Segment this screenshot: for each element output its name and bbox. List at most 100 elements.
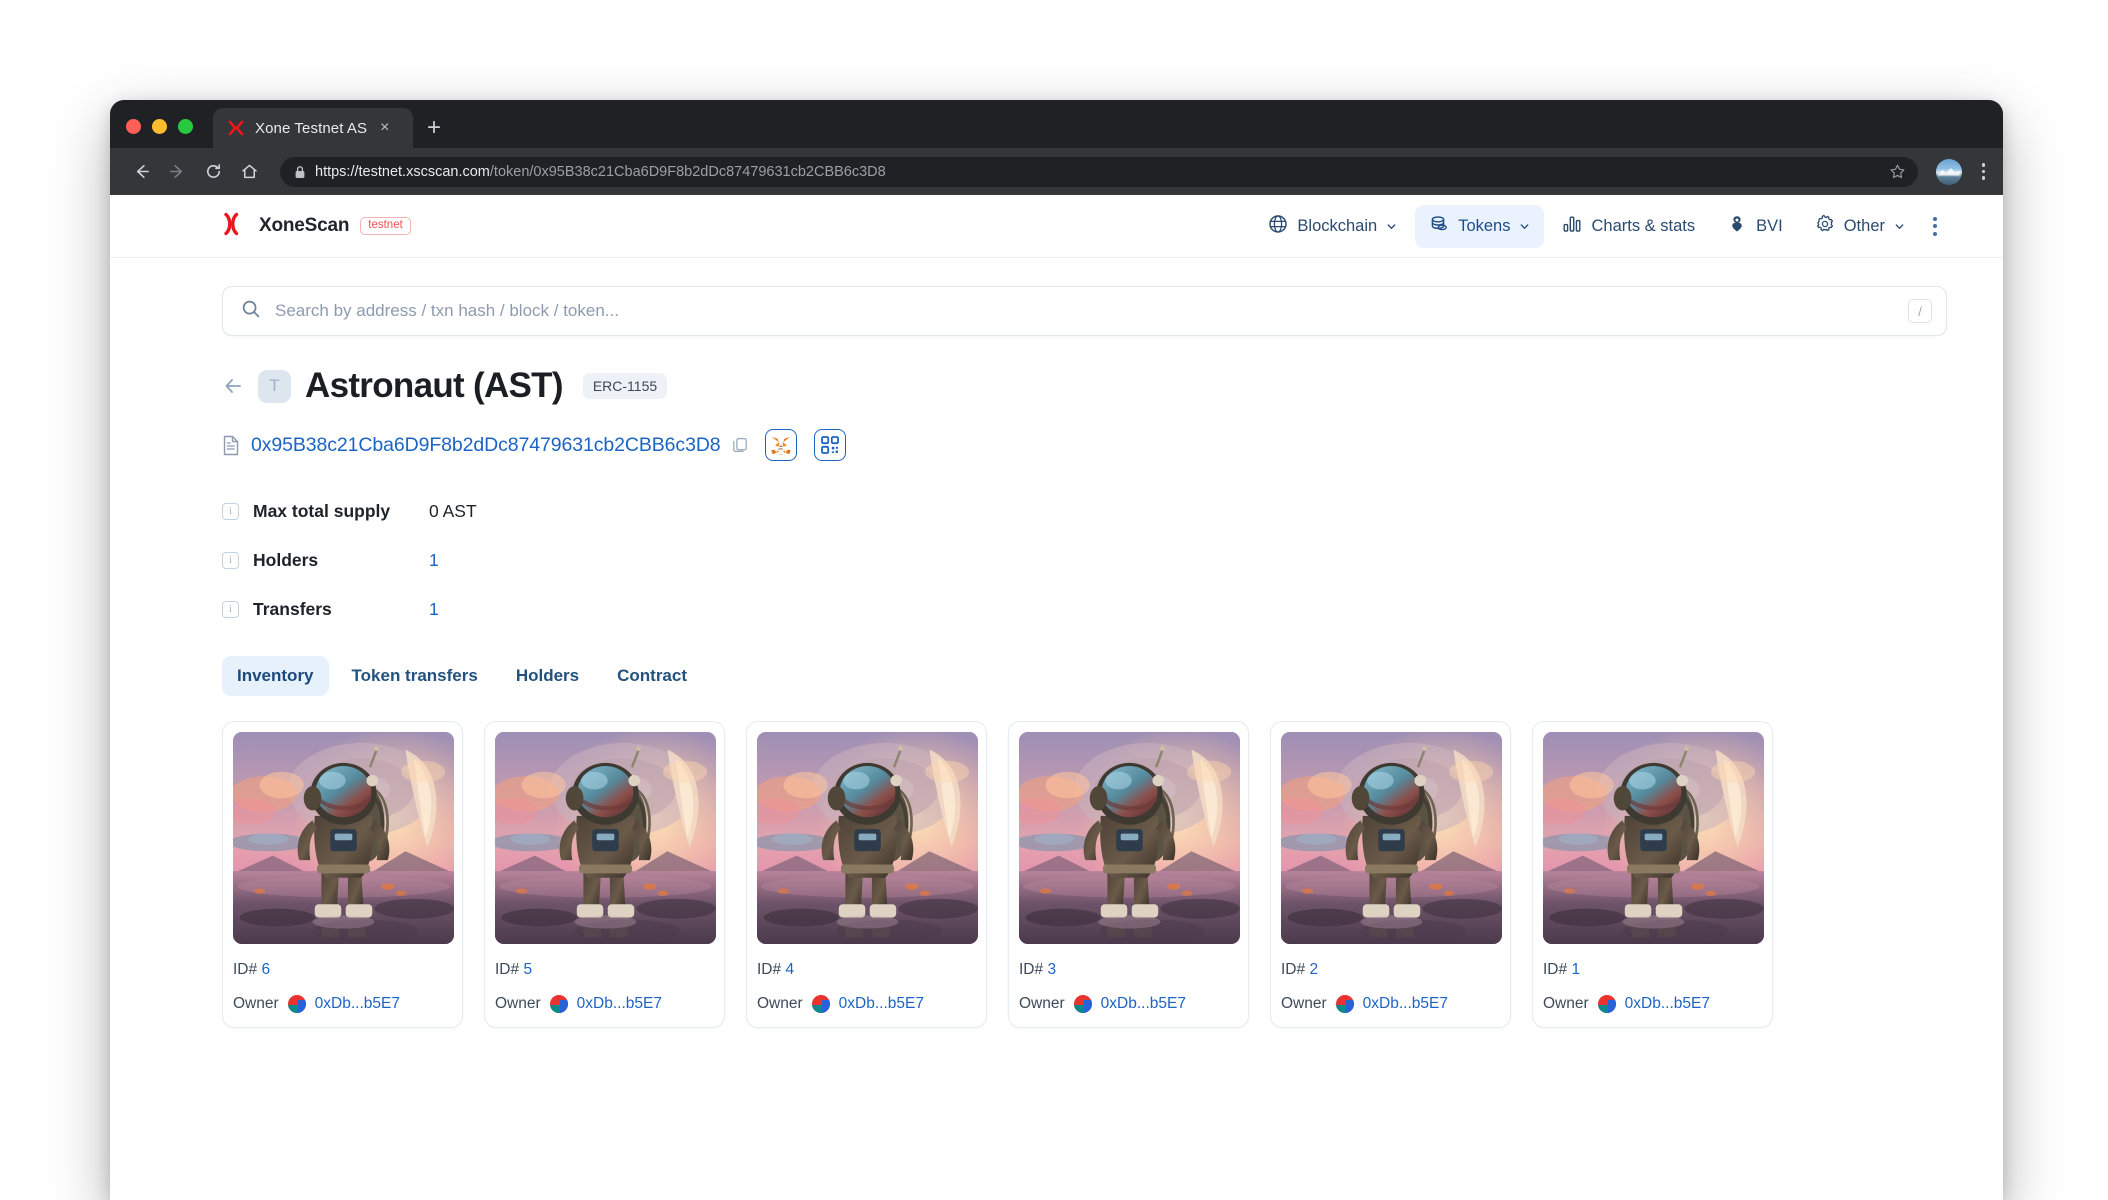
nav-item-blockchain-label: Blockchain	[1297, 216, 1378, 235]
url-host: https://testnet.xscscan.com	[315, 163, 490, 180]
nft-owner-address[interactable]: 0xDb...b5E7	[1625, 995, 1710, 1013]
nft-owner-row: Owner 0xDb...b5E7	[495, 995, 714, 1013]
nft-owner-label: Owner	[1281, 995, 1327, 1012]
browser-profile-avatar[interactable]	[1935, 158, 1962, 185]
nft-id-value: 5	[523, 961, 533, 978]
stat-value: 0 AST	[429, 501, 477, 521]
tab-holders[interactable]: Holders	[501, 656, 594, 696]
nft-id-value: 6	[261, 961, 271, 978]
browser-tab-title: Xone Testnet AS	[255, 119, 368, 137]
nft-artwork-astronaut[interactable]	[1543, 732, 1764, 944]
metamask-fox-icon[interactable]	[764, 429, 797, 461]
owner-avatar	[287, 995, 306, 1013]
xonescan-logo-icon	[222, 211, 248, 242]
nft-id-value: 4	[785, 961, 795, 978]
nav-item-blockchain[interactable]: Blockchain	[1254, 205, 1411, 248]
nft-card-5[interactable]: ID# 5 Owner 0xDb...b5E7	[484, 721, 725, 1028]
stat-label: Max total supply	[253, 501, 391, 521]
tab-inventory[interactable]: Inventory	[222, 656, 329, 696]
nft-card-6[interactable]: ID# 6 Owner 0xDb...b5E7	[222, 721, 463, 1028]
nav-item-other[interactable]: Other	[1801, 205, 1919, 248]
token-contract-address[interactable]: 0x95B38c21Cba6D9F8b2dDc87479631cb2CBB6c3…	[251, 434, 721, 457]
tab-contract[interactable]: Contract	[602, 656, 702, 696]
nft-owner-address[interactable]: 0xDb...b5E7	[315, 995, 400, 1013]
nft-card-2[interactable]: ID# 2 Owner 0xDb...b5E7	[1270, 721, 1511, 1028]
site-brand[interactable]: XoneScan testnet	[222, 211, 411, 242]
stat-label: Holders	[253, 550, 319, 570]
nft-owner-label: Owner	[757, 995, 803, 1012]
info-icon[interactable]: i	[222, 503, 239, 520]
browser-toolbar: https://testnet.xscscan.com/token/0x95B3…	[110, 148, 2003, 195]
nft-artwork-astronaut[interactable]	[1281, 732, 1502, 944]
xone-x-icon	[227, 119, 245, 137]
nav-item-tokens-label: Tokens	[1458, 216, 1511, 235]
nft-owner-address[interactable]: 0xDb...b5E7	[839, 995, 924, 1013]
lock-icon	[294, 165, 306, 179]
gear-icon	[1815, 214, 1835, 239]
nft-id: ID# 4	[757, 961, 976, 979]
nft-owner-address[interactable]: 0xDb...b5E7	[1101, 995, 1186, 1013]
close-tab-button[interactable]: ×	[377, 118, 392, 138]
nav-item-bvi[interactable]: BVI	[1713, 205, 1797, 248]
home-icon[interactable]	[234, 157, 264, 187]
nft-artwork-astronaut[interactable]	[757, 732, 978, 944]
minimize-window-button[interactable]	[152, 119, 167, 134]
owner-avatar	[549, 995, 568, 1013]
nft-id-prefix: ID#	[495, 961, 524, 978]
tab-token-transfers[interactable]: Token transfers	[337, 656, 493, 696]
nft-id-prefix: ID#	[1281, 961, 1310, 978]
browser-tab[interactable]: Xone Testnet AS ×	[213, 108, 413, 148]
nft-owner-address[interactable]: 0xDb...b5E7	[1363, 995, 1448, 1013]
maximize-window-button[interactable]	[178, 119, 193, 134]
stat-value-link[interactable]: 1	[429, 599, 439, 620]
nft-artwork-astronaut[interactable]	[1019, 732, 1240, 944]
nft-owner-address[interactable]: 0xDb...b5E7	[577, 995, 662, 1013]
nft-owner-label: Owner	[1019, 995, 1065, 1012]
stat-value-link[interactable]: 1	[429, 550, 439, 571]
bookmark-star-icon[interactable]	[1889, 163, 1906, 180]
token-avatar: T	[258, 369, 291, 403]
nft-card-4[interactable]: ID# 4 Owner 0xDb...b5E7	[746, 721, 987, 1028]
new-tab-button[interactable]: +	[427, 116, 441, 148]
nft-owner-row: Owner 0xDb...b5E7	[1019, 995, 1238, 1013]
search-input[interactable]: Search by address / txn hash / block / t…	[222, 286, 1947, 336]
nft-owner-label: Owner	[1543, 995, 1589, 1012]
copy-address-icon[interactable]	[732, 437, 748, 453]
owner-avatar	[1073, 995, 1092, 1013]
browser-menu-kebab-icon[interactable]	[1978, 159, 1990, 184]
contract-document-icon	[222, 435, 240, 456]
nft-id-prefix: ID#	[757, 961, 786, 978]
address-bar-url: https://testnet.xscscan.com/token/0x95B3…	[315, 164, 1880, 180]
nav-item-charts-stats[interactable]: Charts & stats	[1548, 205, 1709, 248]
address-bar[interactable]: https://testnet.xscscan.com/token/0x95B3…	[280, 156, 1918, 187]
stat-row-transfers: i Transfers 1	[222, 585, 1947, 634]
back-arrow-icon[interactable]	[222, 375, 244, 397]
nav-item-tokens[interactable]: Tokens	[1415, 204, 1545, 248]
nft-artwork-astronaut[interactable]	[233, 732, 454, 944]
reload-icon[interactable]	[198, 157, 228, 187]
nft-card-3[interactable]: ID# 3 Owner 0xDb...b5E7	[1008, 721, 1249, 1028]
back-icon[interactable]	[126, 157, 156, 187]
token-address-row: 0x95B38c21Cba6D9F8b2dDc87479631cb2CBB6c3…	[110, 406, 2003, 461]
nft-artwork-astronaut[interactable]	[495, 732, 716, 944]
nft-card-1[interactable]: ID# 1 Owner 0xDb...b5E7	[1532, 721, 1773, 1028]
info-icon[interactable]: i	[222, 552, 239, 569]
nft-id: ID# 5	[495, 961, 714, 979]
coins-icon	[1429, 214, 1449, 239]
search-icon	[241, 299, 261, 324]
nav-overflow-kebab-icon[interactable]	[1923, 207, 1947, 246]
site-header: XoneScan testnet Blockchain Tokens Chart…	[110, 195, 2003, 258]
nft-id: ID# 6	[233, 961, 452, 979]
info-icon[interactable]: i	[222, 601, 239, 618]
stat-row-max-total-supply: i Max total supply 0 AST	[222, 487, 1947, 536]
globe-icon	[1268, 214, 1288, 239]
site-brand-name: XoneScan	[259, 215, 350, 236]
nft-id-prefix: ID#	[233, 961, 262, 978]
nft-id-prefix: ID#	[1543, 961, 1572, 978]
chevron-down-icon	[1521, 223, 1529, 229]
nav-item-other-label: Other	[1843, 216, 1885, 235]
token-standard-badge: ERC-1155	[582, 373, 668, 399]
forward-icon[interactable]	[162, 157, 192, 187]
qr-code-icon[interactable]	[813, 429, 846, 461]
close-window-button[interactable]	[126, 119, 141, 134]
